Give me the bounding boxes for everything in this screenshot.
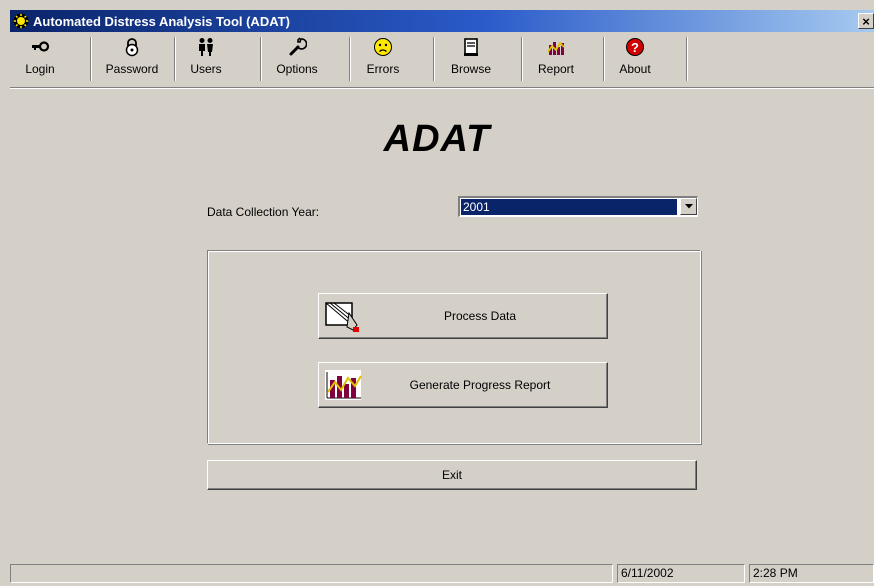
toolbar-users-button[interactable]: Users xyxy=(176,33,236,83)
toolbar-errors-label: Errors xyxy=(366,62,400,76)
page-title: ADAT xyxy=(383,118,491,160)
wrench-icon xyxy=(289,37,307,56)
report-chart-icon xyxy=(547,41,565,55)
chevron-down-icon xyxy=(684,204,693,209)
toolbar-password-button[interactable]: Password xyxy=(92,33,172,83)
sad-face-icon xyxy=(374,38,392,56)
padlock-icon xyxy=(125,38,139,57)
toolbar: Login Password Users Options Errors Brow… xyxy=(10,33,874,88)
year-selected-value: 2001 xyxy=(461,199,677,215)
svg-text:?: ? xyxy=(631,40,639,55)
status-message xyxy=(10,564,613,583)
key-icon xyxy=(32,41,50,52)
close-button[interactable]: × xyxy=(858,13,874,29)
toolbar-login-button[interactable]: Login xyxy=(10,33,70,83)
sun-app-icon xyxy=(13,13,29,29)
toolbar-report-label: Report xyxy=(537,62,575,76)
window-title: Automated Distress Analysis Tool (ADAT) xyxy=(33,13,290,29)
process-data-icon xyxy=(325,302,359,332)
help-icon: ? xyxy=(626,38,644,56)
status-bar: 6/11/2002 2:28 PM xyxy=(10,563,874,584)
progress-report-chart-icon xyxy=(325,370,362,400)
toolbar-options-button[interactable]: Options xyxy=(262,33,332,83)
process-data-button[interactable]: Process Data xyxy=(318,293,608,339)
exit-button[interactable]: Exit xyxy=(207,460,697,490)
toolbar-login-label: Login xyxy=(25,62,55,76)
data-collection-year-select[interactable]: 2001 xyxy=(458,196,698,217)
toolbar-separator xyxy=(686,37,688,81)
toolbar-options-label: Options xyxy=(276,62,318,76)
toolbar-password-label: Password xyxy=(105,62,159,76)
toolbar-browse-label: Browse xyxy=(450,62,491,76)
document-icon xyxy=(464,38,478,56)
generate-progress-report-button[interactable]: Generate Progress Report xyxy=(318,362,608,408)
process-data-label: Process Data xyxy=(443,309,517,323)
toolbar-browse-button[interactable]: Browse xyxy=(435,33,507,83)
actions-group-box xyxy=(207,250,701,444)
toolbar-report-button[interactable]: Report xyxy=(523,33,589,83)
generate-progress-report-label: Generate Progress Report xyxy=(409,378,551,392)
title-bar: Automated Distress Analysis Tool (ADAT) … xyxy=(10,10,874,32)
toolbar-about-button[interactable]: ? About xyxy=(605,33,665,83)
toolbar-errors-button[interactable]: Errors xyxy=(351,33,415,83)
data-collection-year-label: Data Collection Year: xyxy=(207,205,320,219)
toolbar-users-label: Users xyxy=(190,62,222,76)
toolbar-about-label: About xyxy=(619,62,651,76)
dropdown-arrow-button[interactable] xyxy=(680,198,697,215)
status-date: 6/11/2002 xyxy=(617,564,745,583)
users-icon xyxy=(199,38,213,56)
status-time: 2:28 PM xyxy=(749,564,874,583)
